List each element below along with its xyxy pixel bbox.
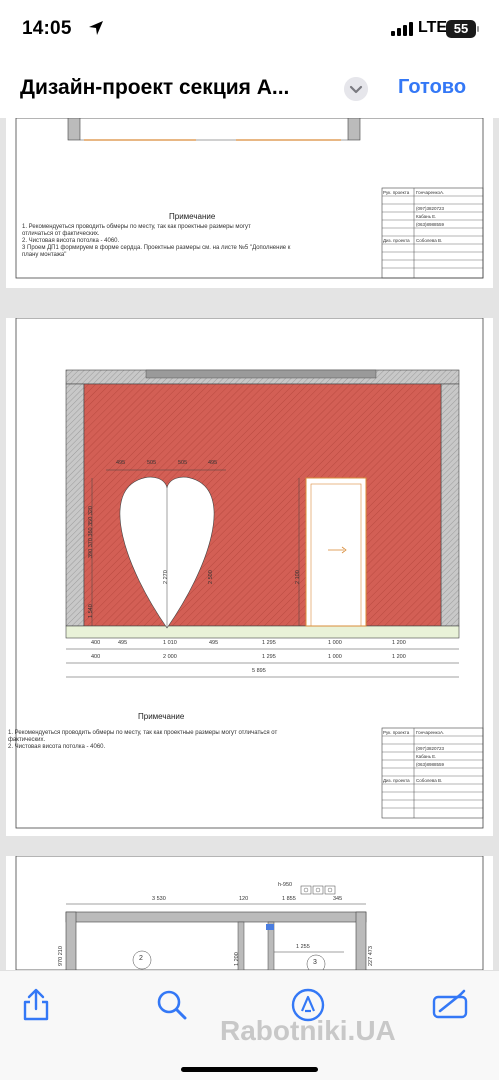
dimension-label: 2 100 <box>295 570 301 584</box>
stamp-value: Соболева В. <box>416 778 443 783</box>
dimension-label: 2 000 <box>163 654 177 660</box>
dimension-label: 505 <box>147 460 157 466</box>
dimension-label: h-950 <box>278 882 293 888</box>
room-number: 2 <box>139 955 143 962</box>
stamp-value: ГончаренкоА. <box>416 730 445 735</box>
home-indicator <box>181 1067 318 1072</box>
location-arrow-icon <box>89 21 103 35</box>
nav-bar: Дизайн-проект секция А... Готово <box>0 56 499 118</box>
annotate-icon[interactable] <box>430 985 470 1025</box>
note-line: 1. Рекомендуеться проводить обмеры по ме… <box>8 730 278 736</box>
stamp-value: (097)3820723 <box>416 206 445 211</box>
dimension-label: 2 500 <box>208 570 214 584</box>
stamp-value: Кабань Е. <box>416 214 437 219</box>
battery-tip <box>477 26 479 32</box>
stamp-value: Кабань Е. <box>416 754 437 759</box>
watermark: Rabotniki.UA <box>220 1015 396 1046</box>
dimension-label: 1 200 <box>392 654 406 660</box>
dimension-label: 1 200 <box>234 952 240 966</box>
status-time: 14:05 <box>22 18 72 39</box>
dimension-label: 970 210 <box>58 946 64 966</box>
dimension-label: 120 <box>239 896 249 902</box>
stamp-value: (063)8988559 <box>416 222 445 227</box>
dimension-label: 1 010 <box>163 640 177 646</box>
dimension-label: 1 855 <box>282 896 296 902</box>
note-line: 1. Рекомендуеться проводить обмеры по ме… <box>22 224 251 230</box>
document-title[interactable]: Дизайн-проект секция А... <box>20 76 340 100</box>
room-number: 3 <box>313 959 317 966</box>
stamp-value: (063)8988559 <box>416 762 445 767</box>
dimension-label: 1 255 <box>296 944 310 950</box>
note-line: 2. Чистовая висота потолка - 4060. <box>22 238 120 244</box>
floor-plan-drawing <box>15 856 484 970</box>
status-bar: 14:05 LTE 55 <box>0 0 499 56</box>
network-type: LTE <box>418 19 448 36</box>
note-title: Примечание <box>138 712 185 721</box>
note-line: 3 Проем ДП1 формируем в форме сердца. Пр… <box>22 245 291 251</box>
note-line: фактических. <box>8 737 46 743</box>
battery-icon: 55 <box>446 20 476 38</box>
share-icon[interactable] <box>16 985 56 1025</box>
page-1-drawing <box>15 118 484 279</box>
dimension-label: 495 <box>116 460 126 466</box>
bottom-toolbar: Rabotniki.UA <box>0 970 499 1080</box>
document-viewer[interactable]: Примечание 1. Рекомендуеться проводить о… <box>0 118 499 970</box>
dimension-label: 1 000 <box>328 654 342 660</box>
dimension-label: 400 <box>91 640 101 646</box>
dimension-label: 495 <box>208 460 218 466</box>
stamp-label: Диз. проекта <box>383 238 410 243</box>
dimension-total: 5 895 <box>252 668 266 674</box>
dimension-label: 400 <box>91 654 101 660</box>
document-page-2: 495 505 505 495 1 540 390 370 360 350 32… <box>6 318 493 836</box>
dimension-label: 1 200 <box>392 640 406 646</box>
search-icon[interactable] <box>152 985 192 1025</box>
dimension-label: 227 473 <box>368 946 374 966</box>
dimension-label: 1 540 <box>88 604 94 618</box>
dimension-label: 495 <box>118 640 128 646</box>
done-button[interactable]: Готово <box>398 76 466 99</box>
stamp-label: Рук. проекта <box>383 730 410 735</box>
stamp-value: (097)3820723 <box>416 746 445 751</box>
stamp-value: Соболева В. <box>416 238 443 243</box>
dimension-label: 495 <box>209 640 219 646</box>
document-page-3: 3 530 120 1 855 345 h-950 1 255 1 200 97… <box>6 856 493 970</box>
dimension-label: 390 370 360 350 320 <box>88 506 94 558</box>
note-line: плану монтажа" <box>22 252 67 258</box>
note-line: отличаться от фактических. <box>22 231 100 237</box>
dimension-label: 345 <box>333 896 343 902</box>
stamp-label: Рук. проекта <box>383 190 410 195</box>
dimension-label: 505 <box>178 460 188 466</box>
document-page-1: Примечание 1. Рекомендуеться проводить о… <box>6 118 493 288</box>
dimension-label: 2 270 <box>163 570 169 584</box>
dimension-label: 1 295 <box>262 654 276 660</box>
stamp-value: ГончаренкоА. <box>416 190 445 195</box>
note-line: 2. Чистовая висота потолка - 4060. <box>8 744 106 750</box>
signal-icon <box>391 22 413 36</box>
dimension-label: 3 530 <box>152 896 166 902</box>
note-title: Примечание <box>169 212 216 221</box>
stamp-label: Диз. проекта <box>383 778 410 783</box>
dimension-label: 1 000 <box>328 640 342 646</box>
dimension-label: 1 295 <box>262 640 276 646</box>
chevron-down-icon[interactable] <box>344 77 368 101</box>
